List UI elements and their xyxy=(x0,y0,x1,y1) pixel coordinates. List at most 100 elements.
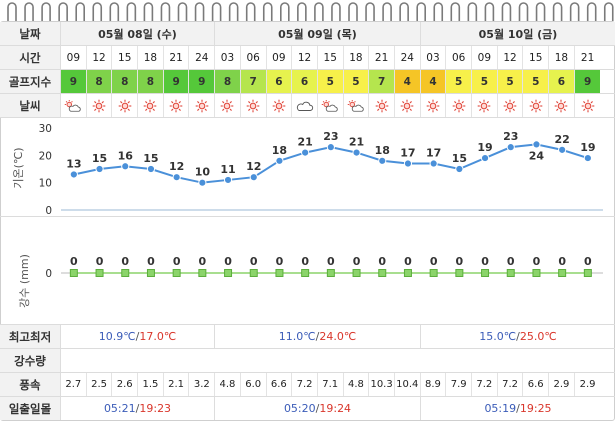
golf-index-cell: 5 xyxy=(317,70,344,93)
binder-ring-icon xyxy=(399,2,409,21)
date-row: 날짜 05월 08일 (수) 05월 09일 (목) 05월 10일 (금) xyxy=(0,22,615,45)
wind-cell: 7.9 xyxy=(446,373,472,396)
day-1-label: 05월 08일 (수) xyxy=(61,22,215,45)
binder-ring-icon xyxy=(586,2,597,21)
time-cell: 03 xyxy=(421,46,447,69)
binder-ring-icon xyxy=(280,2,290,21)
binder-ring-icon xyxy=(160,2,171,21)
golf-index-cell: 5 xyxy=(446,70,472,93)
rain-amount-label: 강수량 xyxy=(0,349,61,372)
temp-data-label: 17 xyxy=(400,147,415,160)
temp-point xyxy=(403,159,413,168)
temp-point xyxy=(69,170,78,179)
rain-point xyxy=(583,269,592,277)
rain-data-label: 0 xyxy=(327,255,335,268)
binder-ring-icon xyxy=(501,2,512,21)
time-row: 시간 09 12 15 18 21 24 03 06 09 12 15 18 21 24 03 06 09 12 1… xyxy=(0,46,615,69)
golf-index-cell: 7 xyxy=(240,70,267,93)
day-3-sunrise: 05:19 xyxy=(484,402,517,415)
binder-ring-icon xyxy=(314,2,324,21)
day-2-sunrise: 05:20 xyxy=(283,402,316,415)
time-cell: 12 xyxy=(87,46,113,69)
wind-label: 풍속 xyxy=(0,373,61,396)
rain-point xyxy=(429,269,438,277)
day-2-low: 11.0℃ xyxy=(278,330,316,343)
rain-point xyxy=(69,269,78,277)
golf-index-cell: 6 xyxy=(292,70,318,93)
golf-index-cell: 8 xyxy=(86,70,113,93)
precipitation-chart: 강수 (mm) 0강수 (mm)000000000000000000000 xyxy=(18,254,603,308)
golf-index-cell: 9 xyxy=(61,70,87,93)
binder-ring-icon xyxy=(484,2,495,21)
wind-cell: 7.2 xyxy=(498,373,524,396)
temp-point xyxy=(429,159,438,168)
sun-icon xyxy=(395,94,421,117)
rain-data-label: 0 xyxy=(250,255,258,268)
time-cell: 18 xyxy=(138,46,164,69)
golf-index-label: 골프지수 xyxy=(0,70,61,93)
temp-data-label: 11 xyxy=(220,163,235,176)
rain-point xyxy=(326,269,335,277)
wind-cell: 2.6 xyxy=(112,373,139,396)
time-cell: 21 xyxy=(580,51,595,64)
temp-data-label: 12 xyxy=(246,160,261,173)
weather-row: 날씨 xyxy=(0,94,615,117)
temp-y-tick: 0 xyxy=(45,205,52,216)
sun-cloud-icon xyxy=(344,94,370,117)
binder-ring-icon xyxy=(177,2,188,21)
rain-data-label: 0 xyxy=(533,255,541,268)
rain-data-label: 0 xyxy=(404,255,412,268)
temp-axis-label: 기온(℃) xyxy=(12,147,25,188)
day-2-sun: 05:20/19:24 xyxy=(215,397,421,420)
rain-data-label: 0 xyxy=(224,255,232,268)
binder-ring-icon xyxy=(262,2,273,21)
rain-data-label: 0 xyxy=(276,255,284,268)
rain-data-label: 0 xyxy=(353,255,361,268)
golf-index-cell: 5 xyxy=(343,70,370,93)
binder-ring-icon xyxy=(382,2,392,21)
temp-y-tick: 20 xyxy=(39,150,52,162)
binder-ring-icon xyxy=(211,2,222,21)
sun-icon xyxy=(87,94,113,117)
temp-data-label: 15 xyxy=(143,152,158,165)
sun-icon xyxy=(446,94,472,117)
golf-index-cell: 8 xyxy=(138,70,164,93)
wind-cell: 10.3 xyxy=(369,373,395,396)
rain-data-label: 0 xyxy=(121,255,129,268)
wind-cell: 7.2 xyxy=(472,373,498,396)
date-label: 날짜 xyxy=(0,22,61,45)
temp-point xyxy=(326,143,335,152)
sun-icon xyxy=(498,94,524,117)
temp-data-label: 17 xyxy=(426,147,441,160)
temp-data-label: 13 xyxy=(66,157,81,170)
binder-ring-icon xyxy=(228,2,239,21)
time-cell: 24 xyxy=(395,46,421,69)
sun-icon xyxy=(523,94,550,117)
day-1-low: 10.9℃ xyxy=(98,330,136,343)
binder-ring-icon xyxy=(348,2,358,21)
time-cell: 12 xyxy=(498,46,524,69)
temperature-chart: 기온(℃) 30 20 10 0 13 15 16 15 12 10 11 12 18 21 23 21 18 1… xyxy=(12,123,603,216)
binder-ring-icon xyxy=(92,2,103,21)
rain-data-label: 0 xyxy=(430,255,438,268)
temp-y-tick: 30 xyxy=(39,123,52,135)
temp-point xyxy=(455,164,464,174)
day-2-minmax: 11.0℃/24.0℃ xyxy=(215,325,421,348)
day-3-sunset: 19:25 xyxy=(519,402,552,415)
day-2-high: 24.0℃ xyxy=(319,330,357,343)
golf-index-cell: 9 xyxy=(574,70,601,93)
binder-ring-icon xyxy=(24,2,34,21)
rain-data-label: 0 xyxy=(481,255,489,268)
day-3-sun: 05:19/19:25 xyxy=(421,397,615,420)
rain-amount-row: 강수량 xyxy=(0,349,615,372)
binder-ring-icon xyxy=(331,2,341,21)
time-cell: 06 xyxy=(446,46,472,69)
golf-index-cell: 7 xyxy=(369,70,395,93)
rain-point xyxy=(301,269,310,277)
weather-label: 날씨 xyxy=(0,94,61,117)
sun-icon xyxy=(241,94,267,117)
sun-cloud-icon xyxy=(61,94,87,117)
rain-point xyxy=(532,269,541,277)
temp-point xyxy=(583,153,592,163)
temp-point xyxy=(558,145,567,154)
